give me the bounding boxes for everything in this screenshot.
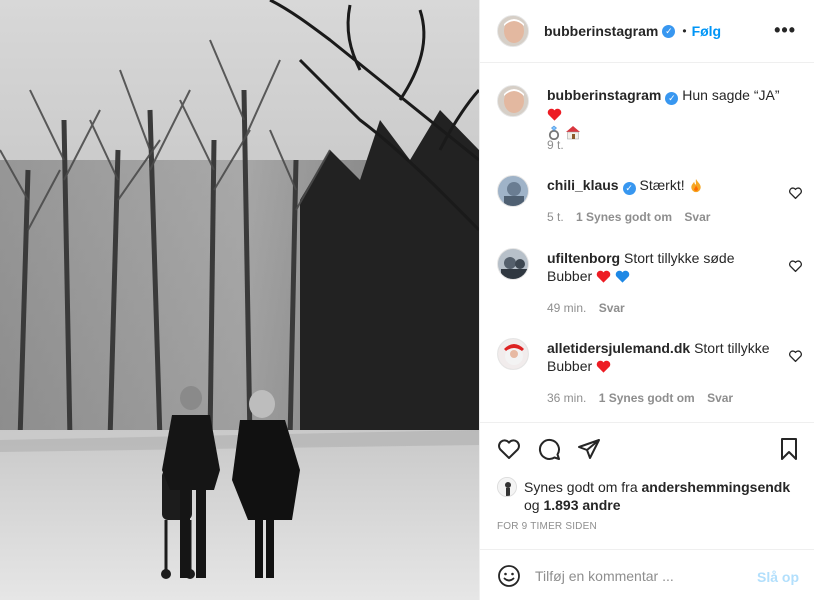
- comment-time[interactable]: 5 t.: [547, 210, 564, 224]
- caption-text: Hun sagde “JA”: [682, 87, 780, 103]
- comment-time[interactable]: 49 min.: [547, 301, 586, 315]
- more-options-icon[interactable]: •••: [774, 21, 796, 39]
- comment-body: alletidersjulemand.dk Stort tillykke Bub…: [547, 339, 777, 375]
- red-heart-icon: [547, 108, 562, 121]
- caption: bubberinstagram ✓ Hun sagde “JA” 9 t.: [497, 85, 802, 165]
- commenter-avatar[interactable]: [497, 248, 529, 280]
- post-side-panel: bubberinstagram ✓ • Følg ••• bubberinsta…: [479, 0, 814, 600]
- commenter-avatar[interactable]: [497, 338, 529, 370]
- caption-username[interactable]: bubberinstagram: [547, 87, 661, 103]
- comment-meta: 49 min. Svar: [547, 301, 634, 315]
- comment-like-heart-icon[interactable]: [789, 260, 802, 273]
- comment-text: Stærkt!: [639, 177, 685, 193]
- comment-body: ufiltenborg Stort tillykke søde Bubber: [547, 249, 777, 285]
- comment-like-heart-icon[interactable]: [789, 350, 802, 363]
- post-actions: [480, 422, 814, 474]
- likes-line-1: Synes godt om fra andershemmingsendk: [524, 479, 790, 495]
- comment-item: chili_klaus ✓ Stærkt! 5 t. 1 Synes godt o…: [497, 175, 802, 235]
- post-timestamp[interactable]: FOR 9 TIMER SIDEN: [497, 521, 597, 532]
- comment-likes[interactable]: 1 Synes godt om: [599, 391, 695, 405]
- liker-username[interactable]: andershemmingsendk: [642, 479, 791, 495]
- liker-avatar[interactable]: [497, 477, 517, 497]
- red-heart-icon: [596, 360, 611, 373]
- comment-username[interactable]: ufiltenborg: [547, 250, 620, 266]
- verified-badge-icon: ✓: [665, 91, 679, 105]
- fire-icon: [690, 178, 701, 193]
- post-photo[interactable]: [0, 0, 479, 600]
- comment-username[interactable]: alletidersjulemand.dk: [547, 340, 690, 356]
- comment-item: alletidersjulemand.dk Stort tillykke Bub…: [497, 338, 802, 408]
- post-modal: bubberinstagram ✓ • Følg ••• bubberinsta…: [0, 0, 814, 600]
- comment-item: ufiltenborg Stort tillykke søde Bubber 4…: [497, 248, 802, 318]
- separator-dot: •: [682, 24, 687, 38]
- caption-meta: 9 t.: [547, 138, 573, 152]
- comment-likes[interactable]: 1 Synes godt om: [576, 210, 672, 224]
- likes-line-2: og 1.893 andre: [524, 497, 621, 513]
- reply-button[interactable]: Svar: [599, 301, 625, 315]
- comment-username[interactable]: chili_klaus: [547, 177, 619, 193]
- verified-badge-icon: ✓: [662, 24, 676, 38]
- likes-and: og: [524, 497, 540, 513]
- verified-badge-icon: ✓: [622, 181, 636, 195]
- red-heart-icon: [596, 270, 611, 283]
- likes-count[interactable]: 1.893 andre: [543, 497, 620, 513]
- post-comment-button[interactable]: Slå op: [757, 569, 799, 585]
- comment-body: chili_klaus ✓ Stærkt!: [547, 176, 787, 195]
- bookmark-icon[interactable]: [777, 437, 801, 461]
- author-username[interactable]: bubberinstagram: [544, 23, 658, 39]
- author-avatar[interactable]: [497, 15, 529, 47]
- paper-plane-icon[interactable]: [577, 437, 601, 461]
- heart-icon[interactable]: [497, 437, 521, 461]
- comment-meta: 5 t. 1 Synes godt om Svar: [547, 210, 719, 224]
- comment-time[interactable]: 36 min.: [547, 391, 586, 405]
- blue-heart-icon: [615, 270, 630, 283]
- reply-button[interactable]: Svar: [707, 391, 733, 405]
- smiley-icon[interactable]: [497, 564, 521, 588]
- comment-like-heart-icon[interactable]: [789, 187, 802, 200]
- post-header: bubberinstagram ✓ • Følg •••: [480, 0, 814, 63]
- caption-avatar[interactable]: [497, 85, 529, 117]
- commenter-avatar[interactable]: [497, 175, 529, 207]
- comment-input[interactable]: [535, 564, 745, 588]
- comment-bubble-icon[interactable]: [537, 437, 561, 461]
- reply-button[interactable]: Svar: [684, 210, 710, 224]
- comment-meta: 36 min. 1 Synes godt om Svar: [547, 391, 742, 405]
- caption-body: bubberinstagram ✓ Hun sagde “JA”: [547, 86, 797, 141]
- caption-time[interactable]: 9 t.: [547, 138, 564, 152]
- follow-button[interactable]: Følg: [692, 23, 722, 39]
- winter-park-photo: [0, 0, 479, 600]
- add-comment-bar: Slå op: [480, 549, 814, 600]
- comments-list[interactable]: bubberinstagram✓ Hun sagde “JA” 9 t. ch: [480, 64, 814, 422]
- likes-prefix: Synes godt om fra: [524, 479, 638, 495]
